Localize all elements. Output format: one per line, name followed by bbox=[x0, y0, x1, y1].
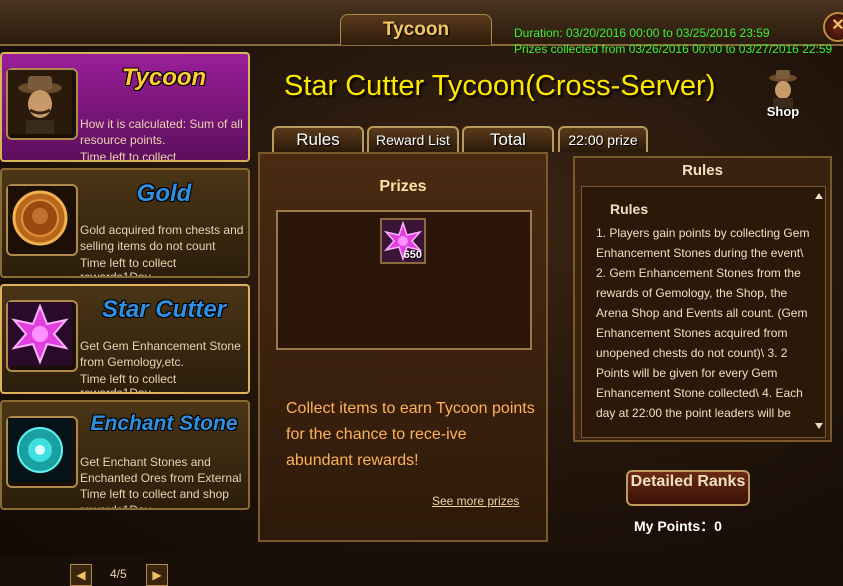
prev-page-button[interactable]: ◀ bbox=[70, 564, 92, 586]
next-page-button[interactable]: ▶ bbox=[146, 564, 168, 586]
category-desc: Get Gem Enhancement Stone from Gemology,… bbox=[80, 339, 241, 369]
prize-quantity: 650 bbox=[403, 249, 422, 261]
category-card-gold[interactable]: Gold Gold acquired from chests and selli… bbox=[0, 168, 250, 278]
rules-content: Rules 1. Players gain points by collecti… bbox=[581, 186, 826, 438]
event-heading: Star Cutter Tycoon(Cross-Server) bbox=[284, 70, 716, 102]
category-name: Gold bbox=[136, 180, 192, 207]
tab-rules[interactable]: Rules bbox=[272, 126, 364, 152]
game-window: Tycoon Duration: 03/20/2016 00:00 to 03/… bbox=[0, 0, 843, 586]
category-time-left: Time left to collect rewards1Day bbox=[80, 372, 177, 394]
category-desc: Gold acquired from chests and selling it… bbox=[80, 223, 244, 253]
star-gem-icon bbox=[6, 300, 78, 372]
rules-body: 1. Players gain points by collecting Gem… bbox=[596, 226, 810, 420]
rules-panel: Rules Rules 1. Players gain points by co… bbox=[573, 156, 832, 442]
prize-item[interactable]: 650 bbox=[380, 218, 426, 264]
title-bar: Tycoon Duration: 03/20/2016 00:00 to 03/… bbox=[0, 0, 843, 46]
category-card-star-cutter[interactable]: Star Cutter Get Gem Enhancement Stone fr… bbox=[0, 284, 250, 394]
tab-22-prize[interactable]: 22:00 prize bbox=[558, 126, 648, 152]
rules-panel-title: Rules bbox=[682, 162, 723, 179]
page-indicator: 4/5 bbox=[110, 567, 127, 581]
prizes-panel: Prizes 650 Collect items to earn Tycoon … bbox=[258, 152, 548, 542]
detailed-ranks-button[interactable]: Detailed Ranks bbox=[626, 470, 750, 506]
gold-coin-icon bbox=[6, 184, 78, 256]
category-name: Tycoon bbox=[121, 64, 207, 91]
enchant-orb-icon bbox=[6, 416, 78, 488]
category-list: Tycoon How it is calculated: Sum of all … bbox=[0, 48, 256, 586]
category-card-tycoon[interactable]: Tycoon How it is calculated: Sum of all … bbox=[0, 52, 250, 162]
tab-reward-list[interactable]: Reward List bbox=[367, 126, 459, 152]
shop-label: Shop bbox=[766, 104, 800, 119]
category-desc: How it is calculated: Sum of all resourc… bbox=[80, 117, 243, 147]
prize-box: 650 bbox=[276, 210, 532, 350]
category-name: Star Cutter bbox=[101, 296, 227, 323]
shop-button[interactable]: Shop bbox=[760, 68, 806, 124]
prizes-collected-text: Prizes collected from 03/26/2016 00:00 t… bbox=[514, 42, 833, 56]
category-card-enchant-stone[interactable]: Enchant Stone Get Enchant Stones and Enc… bbox=[0, 400, 250, 510]
see-more-prizes-link[interactable]: See more prizes bbox=[432, 494, 519, 508]
shop-merchant-icon bbox=[769, 70, 797, 108]
tycoon-portrait-icon bbox=[6, 68, 78, 140]
tab-total[interactable]: Total bbox=[462, 126, 554, 152]
rules-scrollbar[interactable] bbox=[815, 193, 823, 429]
close-button[interactable]: ✕ bbox=[823, 12, 843, 42]
category-desc: Get Enchant Stones and Enchanted Ores fr… bbox=[80, 455, 242, 510]
category-time-left: Time left to collect bbox=[80, 150, 177, 162]
prizes-title: Prizes bbox=[379, 178, 427, 195]
collect-text: Collect items to earn Tycoon points for … bbox=[286, 400, 535, 469]
category-name: Enchant Stone bbox=[90, 412, 238, 435]
rules-heading: Rules bbox=[610, 201, 649, 217]
pager: ◀ 4/5 ▶ bbox=[70, 564, 170, 586]
category-time-left: Time left to collect rewards1Day bbox=[80, 256, 177, 278]
duration-text: Duration: 03/20/2016 00:00 to 03/25/2016… bbox=[514, 26, 770, 40]
window-title: Tycoon bbox=[340, 14, 492, 45]
my-points: My Points：0 bbox=[634, 518, 722, 534]
